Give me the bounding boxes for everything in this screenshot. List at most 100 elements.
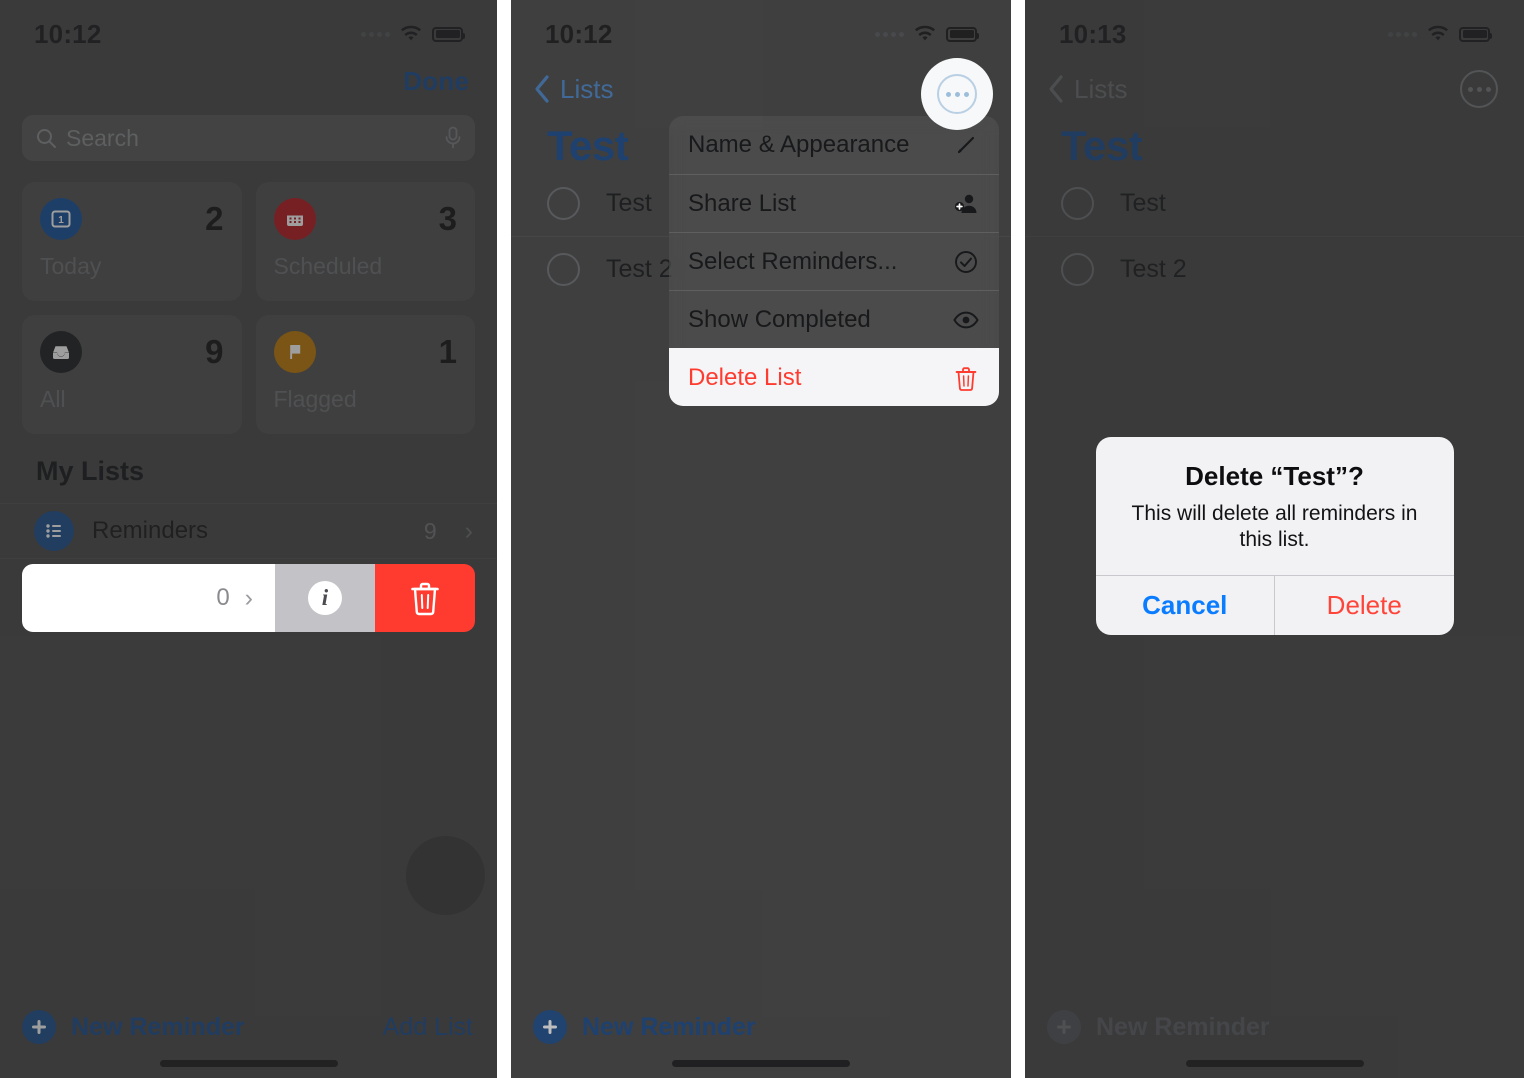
search-input[interactable]: Search <box>22 115 475 161</box>
swipe-info-button[interactable]: i <box>275 564 375 632</box>
microphone-icon[interactable] <box>443 126 463 150</box>
smart-list-tiles: 1 2 Today 3 Scheduled 9 All 1 Flagged <box>22 182 475 434</box>
plus-circle-icon <box>22 1010 56 1044</box>
swipe-delete-button[interactable] <box>375 564 475 632</box>
search-placeholder: Search <box>66 124 139 151</box>
home-indicator <box>672 1060 850 1067</box>
menu-item-label: Select Reminders... <box>688 247 898 275</box>
today-calendar-icon: 1 <box>40 198 82 240</box>
trash-icon <box>411 582 439 616</box>
chevron-left-icon <box>535 75 549 103</box>
menu-item-show-completed[interactable]: Show Completed <box>669 290 999 348</box>
add-list-button[interactable]: Add List <box>383 1013 473 1042</box>
chevron-right-icon: › <box>464 516 473 545</box>
swipe-action-row: 0 › i <box>22 564 475 632</box>
ellipsis-circle-icon <box>937 74 977 114</box>
tile-count: 2 <box>205 200 224 237</box>
trash-icon <box>952 364 980 392</box>
alert-delete-button[interactable]: Delete <box>1274 576 1454 636</box>
tile-count: 9 <box>205 333 224 370</box>
plus-circle-icon <box>533 1010 567 1044</box>
new-reminder-label: New Reminder <box>582 1012 756 1041</box>
tile-label: Flagged <box>273 386 357 412</box>
menu-item-label: Delete List <box>688 363 802 391</box>
reminder-label: Test <box>606 188 652 217</box>
battery-icon <box>946 26 979 42</box>
delete-confirm-alert: Delete “Test”? This will delete all remi… <box>1095 436 1454 636</box>
alert-body: Delete “Test”? This will delete all remi… <box>1096 437 1454 576</box>
signal-dots-icon <box>875 31 904 37</box>
tile-count: 3 <box>438 200 457 237</box>
alert-overlay: Delete “Test”? This will delete all remi… <box>1025 0 1524 1078</box>
tile-count: 1 <box>438 333 457 370</box>
back-button[interactable]: Lists <box>533 74 613 105</box>
my-lists-header: My Lists <box>36 456 145 486</box>
alert-title: Delete “Test”? <box>1185 460 1364 491</box>
menu-item-delete-list[interactable]: Delete List <box>669 348 999 406</box>
list-item-label: Reminders <box>92 517 209 544</box>
home-indicator <box>159 1060 338 1067</box>
bottom-toolbar-1: New Reminder Add List <box>0 1010 497 1044</box>
tile-label: Scheduled <box>273 253 383 279</box>
status-time: 10:12 <box>545 18 613 49</box>
battery-icon <box>432 26 465 42</box>
done-button[interactable]: Done <box>403 66 469 97</box>
menu-item-share-list[interactable]: Share List <box>669 174 999 232</box>
menu-item-label: Share List <box>688 189 797 217</box>
menu-item-select-reminders[interactable]: Select Reminders... <box>669 232 999 290</box>
status-indicators <box>875 25 979 43</box>
reminder-label: Test 2 <box>606 255 673 283</box>
back-label: Lists <box>560 73 614 104</box>
flag-icon <box>273 331 316 373</box>
swipe-row-count: 0 <box>216 584 230 611</box>
panel-gap-2 <box>1011 0 1025 1078</box>
bottom-toolbar-2: New Reminder <box>511 1010 1011 1044</box>
chevron-right-icon: › <box>244 583 253 612</box>
menu-item-label: Show Completed <box>688 305 871 333</box>
new-reminder-button[interactable]: New Reminder <box>22 1010 245 1044</box>
svg-text:1: 1 <box>58 215 64 226</box>
alert-message: This will delete all reminders in this l… <box>1131 501 1418 551</box>
status-bar-1: 10:12 <box>0 0 497 58</box>
alert-actions: Cancel Delete <box>1095 575 1454 636</box>
list-bullet-icon <box>34 511 74 551</box>
swipe-row-main[interactable]: 0 › <box>22 564 275 632</box>
tile-flagged[interactable]: 1 Flagged <box>255 315 475 434</box>
list-item-reminders[interactable]: Reminders 9 › <box>0 503 497 559</box>
signal-dots-icon <box>361 31 390 37</box>
list-item-count: 9 <box>423 517 437 544</box>
eye-icon <box>952 306 980 334</box>
tap-indicator <box>406 836 485 915</box>
toolbar-1: Done <box>0 58 497 101</box>
tile-all[interactable]: 9 All <box>22 315 242 434</box>
pencil-icon <box>952 131 980 159</box>
wifi-icon <box>401 25 421 41</box>
status-bar-2: 10:12 <box>511 0 1011 58</box>
tile-today[interactable]: 1 2 Today <box>22 182 242 301</box>
alert-cancel-button[interactable]: Cancel <box>1096 576 1275 635</box>
tile-label: Today <box>40 253 102 279</box>
tile-label: All <box>40 386 66 412</box>
reminder-checkbox[interactable] <box>547 253 580 286</box>
status-time: 10:12 <box>34 18 102 49</box>
phone-panel-list-menu: 10:12 Lists Test Test Test 2 Name & Appe… <box>511 0 1011 1078</box>
checkmark-circle-icon <box>952 248 980 276</box>
person-add-icon <box>952 190 980 218</box>
phone-panel-lists-home: 10:12 Done Search 1 2 Today 3 Scheduled … <box>0 0 497 1078</box>
info-icon: i <box>308 581 342 615</box>
new-reminder-button[interactable]: New Reminder <box>533 1010 756 1044</box>
scheduled-calendar-icon <box>273 198 316 240</box>
reminder-checkbox[interactable] <box>547 186 580 220</box>
more-options-button-highlighted[interactable] <box>921 58 993 130</box>
phone-panel-delete-alert: 10:13 Lists Test Test Test 2 Delete “Tes… <box>1025 0 1524 1078</box>
panel-gap-1 <box>497 0 511 1078</box>
new-reminder-label: New Reminder <box>71 1012 245 1041</box>
wifi-icon <box>915 25 935 41</box>
menu-item-label: Name & Appearance <box>688 131 910 158</box>
status-indicators <box>361 25 465 43</box>
search-icon <box>37 129 56 148</box>
tile-scheduled[interactable]: 3 Scheduled <box>255 182 475 301</box>
context-menu: Name & Appearance Share List Select Remi… <box>669 116 999 406</box>
all-inbox-icon <box>40 331 82 373</box>
screenshot-stage: 10:12 Done Search 1 2 Today 3 Scheduled … <box>0 0 1524 1078</box>
